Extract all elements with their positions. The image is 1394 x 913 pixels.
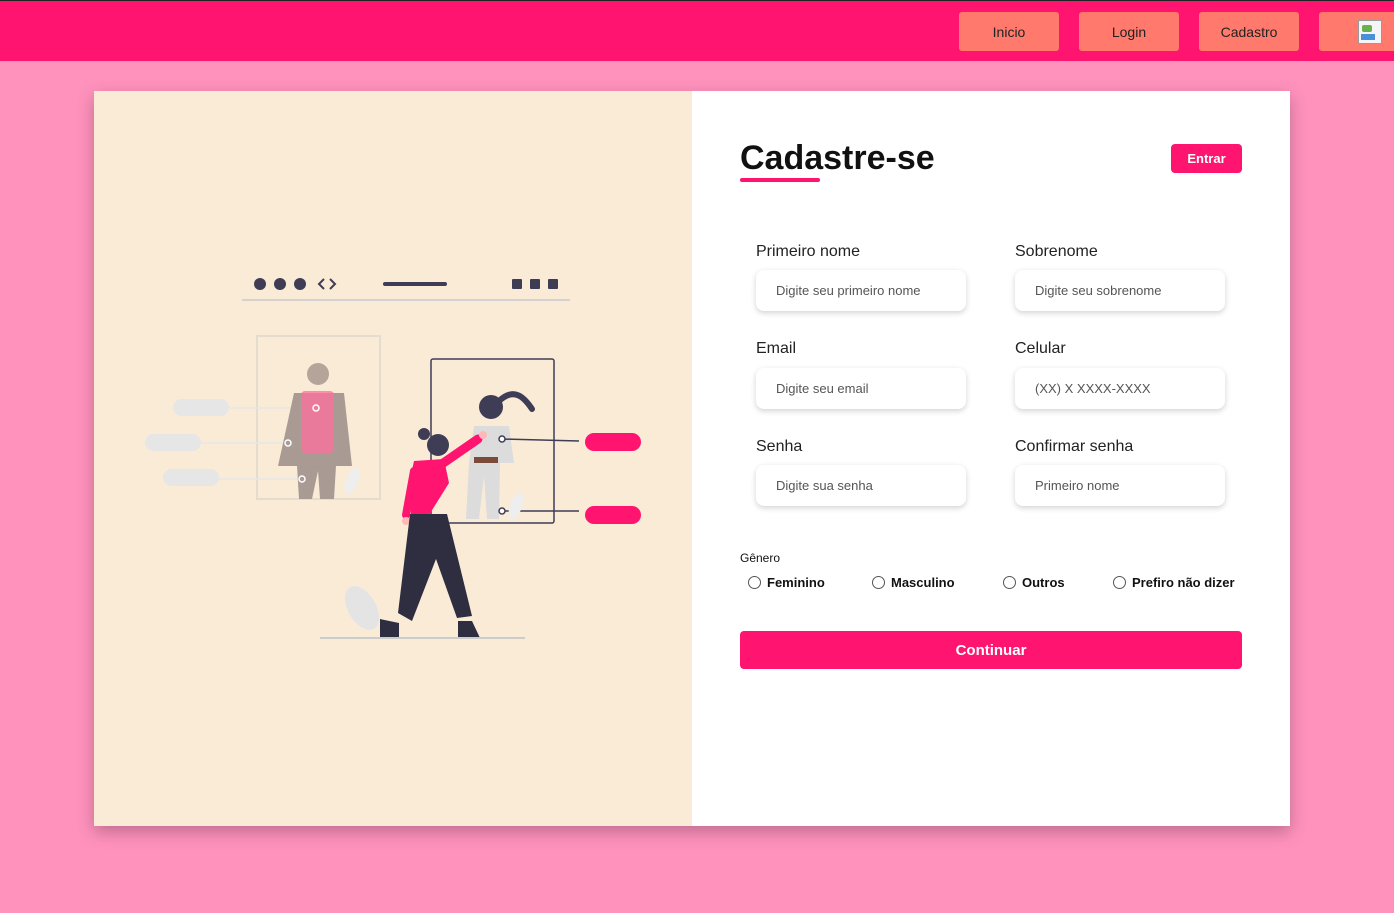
illustration-panel [94, 91, 692, 826]
nav-image-button[interactable] [1319, 12, 1394, 51]
phone-label: Celular [1015, 340, 1066, 357]
entrar-button[interactable]: Entrar [1171, 144, 1242, 173]
radio-circle-icon[interactable] [748, 576, 761, 589]
nav-cadastro-button[interactable]: Cadastro [1199, 12, 1299, 51]
gender-option-label: Feminino [767, 575, 825, 590]
password-input[interactable]: Digite sua senha [756, 465, 966, 506]
gender-option-prefiro-nao-dizer[interactable]: Prefiro não dizer [1113, 575, 1235, 590]
continue-button[interactable]: Continuar [740, 631, 1242, 669]
gender-option-label: Prefiro não dizer [1132, 575, 1235, 590]
title-underline [740, 178, 820, 182]
page-title: Cadastre-se [740, 139, 935, 177]
confirm-password-input[interactable]: Primeiro nome [1015, 465, 1225, 506]
first-name-label: Primeiro nome [756, 243, 861, 260]
radio-circle-icon[interactable] [1003, 576, 1016, 589]
radio-circle-icon[interactable] [1113, 576, 1126, 589]
signup-card: Cadastre-se Entrar Primeiro nome Digite … [94, 91, 1290, 826]
gender-option-outros[interactable]: Outros [1003, 575, 1065, 590]
gender-option-label: Outros [1022, 575, 1065, 590]
password-label: Senha [756, 438, 803, 455]
last-name-label: Sobrenome [1015, 243, 1098, 260]
confirm-password-label: Confirmar senha [1015, 438, 1134, 455]
gender-option-label: Masculino [891, 575, 955, 590]
gender-label: Gênero [740, 551, 781, 565]
broken-image-icon [1358, 20, 1382, 44]
first-name-input[interactable]: Digite seu primeiro nome [756, 270, 966, 311]
nav-login-button[interactable]: Login [1079, 12, 1179, 51]
gender-option-masculino[interactable]: Masculino [872, 575, 955, 590]
email-input[interactable]: Digite seu email [756, 368, 966, 409]
gender-option-feminino[interactable]: Feminino [748, 575, 825, 590]
top-navbar: Inicio Login Cadastro [0, 0, 1394, 61]
illustration-image [145, 278, 641, 639]
email-label: Email [756, 340, 797, 357]
radio-circle-icon[interactable] [872, 576, 885, 589]
phone-input[interactable]: (XX) X XXXX-XXXX [1015, 368, 1225, 409]
signup-form: Cadastre-se Entrar Primeiro nome Digite … [692, 91, 1290, 826]
nav-inicio-button[interactable]: Inicio [959, 12, 1059, 51]
last-name-input[interactable]: Digite seu sobrenome [1015, 270, 1225, 311]
